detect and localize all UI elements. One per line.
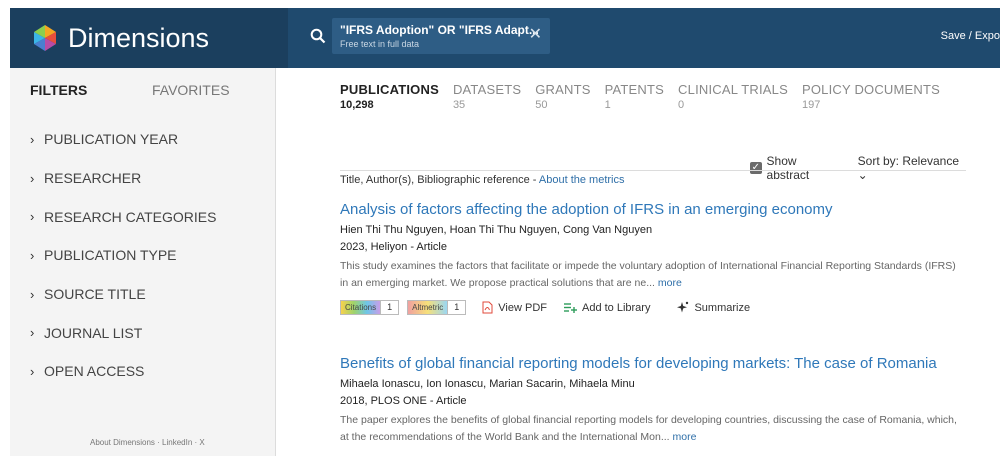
tab-label: DATASETS [452,82,522,97]
chevron-right-icon: › [30,363,35,379]
filter-publication-year[interactable]: › PUBLICATION YEAR [30,120,216,159]
result-title[interactable]: Benefits of global financial reporting m… [340,355,966,372]
summarize-button[interactable]: Summarize [676,301,750,314]
tab-count: 0 [678,99,685,111]
tab-datasets[interactable]: DATASETS 35 [453,82,521,111]
filter-researcher[interactable]: › RESEARCHER [30,159,216,198]
tab-label: PUBLICATIONS [340,82,439,97]
tab-clinical-trials[interactable]: CLINICAL TRIALS 0 [678,82,788,111]
metric-line: Title, Author(s), Bibliographic referenc… [340,174,625,186]
citations-label: Citations [341,301,382,314]
summarize-label: Summarize [694,301,751,314]
sidebar-footer-links[interactable]: About Dimensions · LinkedIn · X [90,438,205,447]
sparkle-icon [677,301,689,313]
result-meta: 2018, PLOS ONE - Article [340,395,467,407]
brand-name: Dimensions [68,22,210,53]
tab-count: 35 [452,99,466,111]
sort-by-dropdown[interactable]: Sort by: Relevance ⌄ [858,154,968,182]
tab-patents[interactable]: PATENTS 1 [605,82,664,111]
filter-label: OPEN ACCESS [44,363,145,380]
altmetric-badge[interactable]: Altmetric 1 [407,300,467,315]
sidebar-tabs: FILTERS FAVORITES [30,82,230,102]
more-link[interactable]: more [658,277,682,289]
chevron-right-icon: › [30,286,35,302]
tab-count: 50 [535,99,548,111]
filter-label: SOURCE TITLE [44,286,146,303]
more-link[interactable]: more [673,431,697,443]
filter-label: JOURNAL LIST [44,324,143,341]
result-actions: Citations 1 Altmetric 1 View PDF Add to … [340,300,966,315]
result-item: Benefits of global financial reporting m… [340,355,966,446]
citations-badge[interactable]: Citations 1 [340,300,400,315]
metric-description: Title, Author(s), Bibliographic referenc… [340,174,539,186]
result-authors[interactable]: Hien Thi Thu Nguyen, Hoan Thi Thu Nguyen… [340,224,966,236]
chevron-right-icon: › [30,247,35,263]
tab-grants[interactable]: GRANTS 50 [535,82,590,111]
chevron-right-icon: › [30,325,35,341]
tab-label: PATENTS [604,82,665,97]
result-abstract: This study examines the factors that fac… [340,258,966,292]
brand[interactable]: Dimensions [10,8,288,68]
search-icon[interactable] [310,28,326,44]
tab-count: 197 [801,99,821,111]
show-abstract-checkbox[interactable]: ✓ [750,162,762,174]
about-metrics-link[interactable]: About the metrics [539,174,625,186]
altmetric-score: 1 [454,302,460,312]
filter-research-categories[interactable]: › RESEARCH CATEGORIES [30,197,216,236]
filter-open-access[interactable]: › OPEN ACCESS [30,352,216,391]
pdf-icon [482,301,493,314]
citations-count: 1 [387,302,393,312]
add-library-icon [563,303,577,313]
tab-policy-documents[interactable]: POLICY DOCUMENTS 197 [802,82,940,111]
view-pdf-button[interactable]: View PDF [482,301,547,314]
tab-label: GRANTS [535,82,591,97]
search-query-chip[interactable]: "IFRS Adoption" OR "IFRS Adapt... Free t… [332,18,550,54]
chevron-right-icon: › [30,170,35,186]
abstract-text: This study examines the factors that fac… [340,260,956,289]
filter-journal-list[interactable]: › JOURNAL LIST [30,313,216,352]
tab-label: POLICY DOCUMENTS [801,82,941,97]
divider [340,170,966,171]
chevron-right-icon: › [30,209,35,225]
result-authors[interactable]: Mihaela Ionascu, Ion Ionascu, Marian Sac… [340,378,966,390]
search-query-text: "IFRS Adoption" OR "IFRS Adapt... [340,23,539,37]
result-item: Analysis of factors affecting the adopti… [340,201,966,315]
filter-label: PUBLICATION YEAR [44,131,179,148]
tab-publications[interactable]: PUBLICATIONS 10,298 [340,82,439,111]
tab-count: 1 [604,99,611,111]
filter-source-title[interactable]: › SOURCE TITLE [30,275,216,314]
tab-favorites[interactable]: FAVORITES [152,82,230,98]
results-toolbar: ✓ Show abstract Sort by: Relevance ⌄ [750,154,968,182]
altmetric-label: Altmetric [408,301,449,314]
filter-label: RESEARCHER [44,170,142,187]
tab-count: 10,298 [340,99,374,111]
filter-list: › PUBLICATION YEAR › RESEARCHER › RESEARCH … [30,120,216,391]
view-pdf-label: View PDF [498,301,547,314]
save-export-button[interactable]: Save / Expo [941,30,1000,42]
result-title[interactable]: Analysis of factors affecting the adopti… [340,201,966,218]
add-to-library-button[interactable]: Add to Library [563,302,650,314]
filters-sidebar: FILTERS FAVORITES › PUBLICATION YEAR › RES… [10,68,276,456]
dimensions-logo-icon [34,25,56,51]
search-scope-text: Free text in full data [340,39,420,49]
show-abstract-label[interactable]: Show abstract [767,154,840,182]
result-meta: 2023, Heliyon - Article [340,241,447,253]
filter-label: PUBLICATION TYPE [44,247,177,264]
tab-label: CLINICAL TRIALS [678,82,788,97]
sort-by-label: Sort by: Relevance [857,154,960,168]
tab-filters[interactable]: FILTERS [30,82,87,98]
close-icon[interactable]: ✕ [529,27,542,43]
content-type-tabs: PUBLICATIONS 10,298 DATASETS 35 GRANTS 5… [340,82,954,111]
filter-label: RESEARCH CATEGORIES [44,208,217,225]
top-header: Dimensions "IFRS Adoption" OR "IFRS Adap… [10,8,1000,68]
add-to-library-label: Add to Library [581,301,651,314]
result-abstract: The paper explores the benefits of globa… [340,412,966,446]
filter-publication-type[interactable]: › PUBLICATION TYPE [30,236,216,275]
chevron-right-icon: › [30,131,35,147]
abstract-text: The paper explores the benefits of globa… [340,414,957,443]
